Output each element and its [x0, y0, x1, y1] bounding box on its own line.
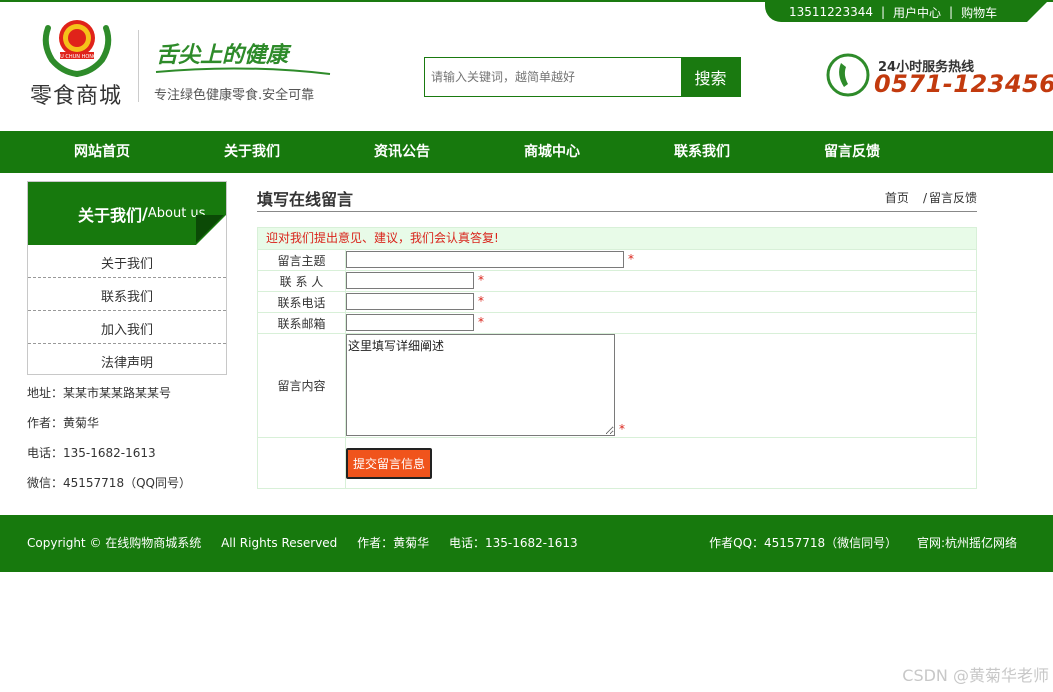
footer-qq: 作者QQ：45157718（微信同号） — [709, 536, 898, 550]
sidebar-header: 关于我们 / About us — [28, 182, 226, 245]
contact-input[interactable] — [346, 272, 474, 289]
sidebar-item-about[interactable]: 关于我们 — [28, 245, 226, 278]
phone-required-mark: * — [478, 294, 484, 308]
search-button[interactable]: 搜索 — [681, 58, 740, 96]
footer-left: Copyright © 在线购物商城系统 All Rights Reserved… — [27, 534, 594, 551]
footer: Copyright © 在线购物商城系统 All Rights Reserved… — [0, 515, 1053, 572]
top-sep-2: | — [949, 5, 954, 19]
sidebar-item-join[interactable]: 加入我们 — [28, 311, 226, 344]
form-row-message: 留言内容 这里填写详细阐述 * — [258, 333, 976, 437]
logo-emblem-icon: YU CHUN HONG — [42, 20, 112, 77]
hotline-number: 0571-12345678 — [874, 70, 1053, 98]
top-user-bar: 13511223344 | 用户中心 | 购物车 — [765, 2, 1047, 22]
slogan-text: 专注绿色健康零食.安全可靠 — [154, 88, 315, 103]
top-sep-1: | — [880, 5, 886, 19]
contact-wechat: 微信：45157718（QQ同号） — [27, 476, 191, 490]
contact-label: 联 系 人 — [258, 271, 346, 291]
top-phone: 13511223344 — [789, 5, 873, 19]
submit-button[interactable]: 提交留言信息 — [346, 448, 432, 479]
form-row-email: 联系邮箱 * — [258, 312, 976, 333]
footer-rights: All Rights Reserved — [221, 536, 338, 550]
subject-label: 留言主题 — [258, 250, 346, 270]
email-required-mark: * — [478, 315, 484, 329]
search-box: 搜索 — [424, 57, 741, 97]
search-input[interactable] — [425, 58, 681, 96]
nav-item-contact[interactable]: 联系我们 — [642, 131, 762, 173]
nav-item-home[interactable]: 网站首页 — [42, 131, 162, 173]
footer-copyright: Copyright © 在线购物商城系统 — [27, 536, 202, 550]
phone-icon — [826, 53, 870, 97]
phone-label: 联系电话 — [258, 292, 346, 312]
sidebar-item-legal[interactable]: 法律声明 — [28, 344, 226, 374]
sidebar-title-cn: 关于我们 — [78, 205, 143, 225]
breadcrumb-sep: / — [922, 191, 927, 205]
sidebar-item-contact[interactable]: 联系我们 — [28, 278, 226, 311]
form-notice: 迎对我们提出意见、建议，我们会认真答复! — [258, 228, 976, 249]
sidebar-corner-shadow — [196, 215, 224, 243]
user-center-link[interactable]: 用户中心 — [893, 4, 941, 21]
message-required-mark: * — [619, 422, 625, 436]
message-label: 留言内容 — [258, 334, 346, 437]
footer-right: 作者QQ：45157718（微信同号） 官网:杭州摇亿网络 — [693, 534, 1017, 551]
phone-input[interactable] — [346, 293, 474, 310]
watermark: CSDN @黄菊华老师 — [902, 666, 1049, 685]
form-row-subject: 留言主题 * — [258, 249, 976, 270]
slogan-art-text: 舌尖上的健康 — [156, 42, 292, 68]
contact-address: 地址：某某市某某路某某号 — [27, 386, 172, 400]
breadcrumb-home[interactable]: 首页 — [885, 191, 909, 205]
submit-row-label — [258, 438, 346, 488]
slogan-art: 舌尖上的健康 — [155, 42, 331, 75]
email-input[interactable] — [346, 314, 474, 331]
sidebar-panel: 关于我们 / About us 关于我们 联系我们 加入我们 法律声明 — [27, 181, 227, 375]
footer-site[interactable]: 官网:杭州摇亿网络 — [917, 536, 1017, 550]
email-label: 联系邮箱 — [258, 313, 346, 333]
contact-required-mark: * — [478, 273, 484, 287]
title-divider — [257, 211, 977, 212]
form-row-phone: 联系电话 * — [258, 291, 976, 312]
form-row-contact: 联 系 人 * — [258, 270, 976, 291]
footer-author: 作者：黄菊华 — [357, 536, 430, 550]
cart-link[interactable]: 购物车 — [961, 4, 997, 21]
footer-phone: 电话：135-1682-1613 — [448, 536, 578, 550]
contact-author: 作者：黄菊华 — [27, 416, 100, 430]
nav-item-news[interactable]: 资讯公告 — [342, 131, 462, 173]
contact-phone: 电话：135-1682-1613 — [27, 446, 156, 460]
breadcrumb: 首页 / 留言反馈 — [885, 189, 977, 206]
form-row-submit: 提交留言信息 — [258, 437, 976, 488]
message-textarea[interactable]: 这里填写详细阐述 — [346, 334, 615, 436]
subject-input[interactable] — [346, 251, 624, 268]
nav-item-feedback[interactable]: 留言反馈 — [792, 131, 912, 173]
nav-item-about[interactable]: 关于我们 — [192, 131, 312, 173]
nav-item-shop[interactable]: 商城中心 — [492, 131, 612, 173]
page-title: 填写在线留言 — [257, 190, 354, 209]
logo-text: 零食商城 — [30, 84, 123, 109]
emblem-text: YU CHUN HONG — [56, 54, 97, 60]
feedback-form: 迎对我们提出意见、建议，我们会认真答复! 留言主题 * 联 系 人 * 联系电话… — [257, 227, 977, 489]
logo-divider — [138, 30, 139, 102]
breadcrumb-current: 留言反馈 — [928, 191, 977, 205]
subject-required-mark: * — [628, 252, 634, 266]
main-nav: 网站首页 关于我们 资讯公告 商城中心 联系我们 留言反馈 — [0, 131, 1053, 173]
